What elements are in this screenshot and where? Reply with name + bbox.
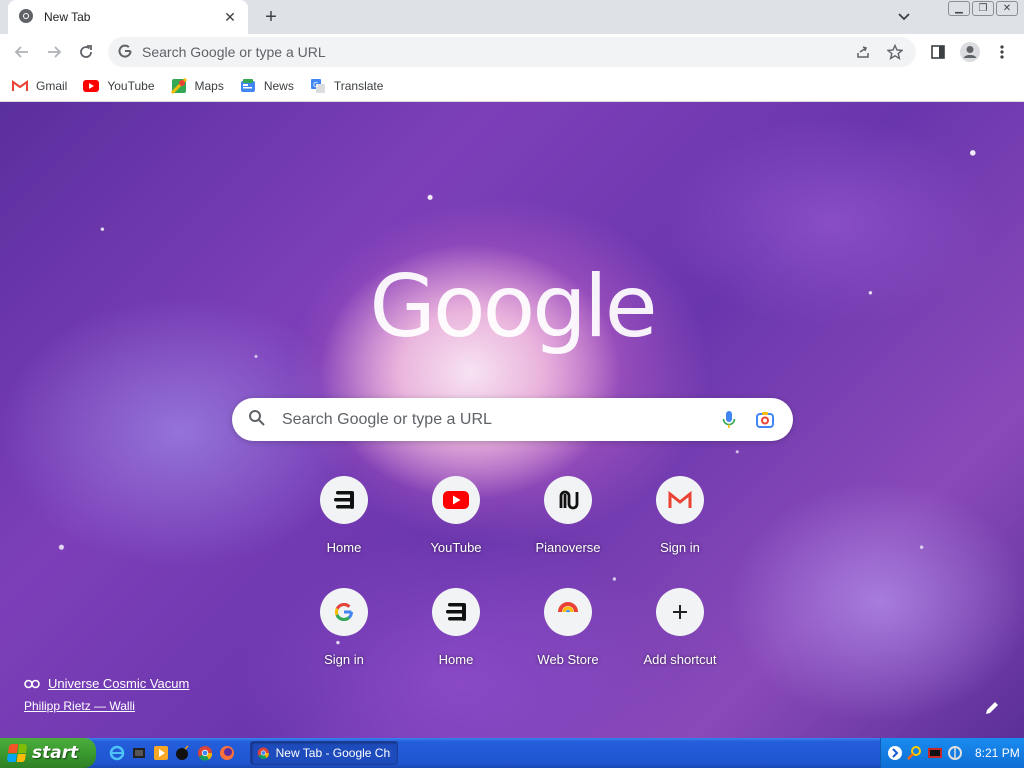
shortcut-label: Web Store	[537, 652, 599, 667]
windows-taskbar: start New Tab - Google Chr... 8:21 PM	[0, 738, 1024, 768]
browser-toolbar: Search Google or type a URL	[0, 34, 1024, 70]
toolbar-right	[924, 38, 1016, 66]
shortcut-label: Home	[326, 540, 362, 555]
tray-expand-icon[interactable]	[887, 745, 903, 761]
shortcut-label: Pianoverse	[535, 540, 601, 555]
bookmark-translate[interactable]: G Translate	[310, 78, 384, 94]
tab-new-tab[interactable]: New Tab ✕	[8, 0, 248, 34]
windows-logo-icon	[6, 744, 28, 762]
taskbar-chrome-window[interactable]: New Tab - Google Chr...	[250, 741, 398, 765]
chrome-icon	[18, 8, 34, 27]
bookmark-label: YouTube	[107, 78, 155, 93]
shortcut-label: Sign in	[660, 540, 700, 555]
share-icon[interactable]	[852, 41, 874, 63]
bookmark-label: Gmail	[36, 78, 68, 93]
plus-icon	[656, 588, 704, 636]
link-icon	[24, 679, 40, 689]
internet-explorer-icon[interactable]	[108, 744, 126, 762]
home-icon	[320, 476, 368, 524]
news-icon	[240, 78, 256, 94]
chrome-launcher-icon[interactable]	[196, 744, 214, 762]
shortcut-label: Sign in	[324, 652, 364, 667]
new-tab-button[interactable]: +	[258, 4, 284, 30]
voice-search-mic-icon[interactable]	[717, 408, 741, 432]
bookmark-news[interactable]: News	[240, 78, 294, 94]
reload-button[interactable]	[72, 38, 100, 66]
shortcut-home[interactable]: Home	[288, 476, 400, 586]
tab-search-chevron-icon[interactable]	[894, 8, 914, 26]
restore-button[interactable]: ❐	[972, 1, 994, 16]
new-tab-page: Google Search Google or type a URL Home …	[0, 102, 1024, 738]
add-shortcut-button[interactable]: Add shortcut	[624, 588, 736, 698]
google-lens-camera-icon[interactable]	[753, 408, 777, 432]
tab-title: New Tab	[44, 10, 91, 24]
system-tray: 8:21 PM	[880, 738, 1024, 768]
network-tray-icon[interactable]	[947, 745, 963, 761]
bookmark-gmail[interactable]: Gmail	[12, 78, 67, 94]
menu-kebab-icon[interactable]	[988, 38, 1016, 66]
attribution-link[interactable]: Universe Cosmic Vacum	[24, 676, 189, 691]
svg-text:G: G	[313, 81, 318, 89]
vlc-media-icon[interactable]	[152, 744, 170, 762]
shortcut-label: Add shortcut	[643, 652, 717, 667]
search-icon	[248, 409, 266, 430]
google-g-icon	[118, 44, 132, 61]
start-label: start	[32, 743, 79, 763]
home-icon	[432, 588, 480, 636]
bookmark-maps[interactable]: Maps	[170, 77, 224, 94]
shortcut-pianoverse[interactable]: Pianoverse	[512, 476, 624, 586]
omnibox[interactable]: Search Google or type a URL	[108, 37, 916, 67]
close-window-button[interactable]: ✕	[996, 1, 1018, 16]
bookmarks-bar: Gmail YouTube Maps News G Translate	[0, 70, 1024, 102]
translate-icon: G	[310, 78, 326, 94]
bookmark-label: Translate	[333, 78, 384, 93]
quick-launch-bar	[108, 744, 236, 762]
pianoverse-icon	[544, 476, 592, 524]
maps-icon	[170, 77, 187, 94]
clock[interactable]: 8:21 PM	[975, 746, 1020, 760]
omnibox-input[interactable]: Search Google or type a URL	[142, 44, 842, 60]
bookmark-youtube[interactable]: YouTube	[83, 78, 155, 94]
gmail-icon	[656, 476, 704, 524]
webstore-icon	[544, 588, 592, 636]
minimize-button[interactable]: ▁	[948, 1, 970, 16]
forward-button[interactable]	[40, 38, 68, 66]
background-attribution: Universe Cosmic Vacum Philipp Rietz — Wa…	[24, 676, 189, 713]
gmail-icon	[12, 78, 28, 94]
tab-strip: New Tab ✕ + ▁ ❐ ✕	[0, 0, 1024, 34]
shortcut-youtube[interactable]: YouTube	[400, 476, 512, 586]
shortcut-gmail-sign-in[interactable]: Sign in	[624, 476, 736, 586]
shortcut-label: Home	[438, 652, 474, 667]
attribution-title: Universe Cosmic Vacum	[48, 676, 190, 691]
shortcut-label: YouTube	[430, 540, 482, 555]
shortcut-web-store[interactable]: Web Store	[512, 588, 624, 698]
firefox-icon[interactable]	[218, 744, 236, 762]
google-icon	[320, 588, 368, 636]
youtube-icon	[432, 476, 480, 524]
bookmark-label: News	[263, 78, 294, 93]
chrome-icon	[257, 746, 270, 760]
attribution-author-link[interactable]: Philipp Rietz — Walli	[24, 699, 189, 713]
start-button[interactable]: start	[0, 738, 96, 768]
back-button[interactable]	[8, 38, 36, 66]
ntp-search-box[interactable]: Search Google or type a URL	[232, 398, 793, 441]
bookmark-star-icon[interactable]	[884, 41, 906, 63]
profile-avatar-icon[interactable]	[956, 38, 984, 66]
media-player-icon[interactable]	[130, 744, 148, 762]
window-controls: ▁ ❐ ✕	[948, 1, 1018, 16]
tab-close-icon[interactable]: ✕	[222, 9, 238, 25]
monitor-tray-icon[interactable]	[927, 745, 943, 761]
search-tray-icon[interactable]	[907, 745, 923, 761]
bomb-app-icon[interactable]	[174, 744, 192, 762]
google-logo: Google	[369, 257, 657, 357]
youtube-icon	[83, 78, 100, 94]
ntp-search-input[interactable]: Search Google or type a URL	[282, 411, 705, 429]
task-label: New Tab - Google Chr...	[275, 746, 391, 760]
bookmark-label: Maps	[194, 78, 224, 93]
side-panel-icon[interactable]	[924, 38, 952, 66]
customize-chrome-pencil-icon[interactable]	[980, 696, 1004, 720]
shortcut-google-sign-in[interactable]: Sign in	[288, 588, 400, 698]
shortcut-home-2[interactable]: Home	[400, 588, 512, 698]
